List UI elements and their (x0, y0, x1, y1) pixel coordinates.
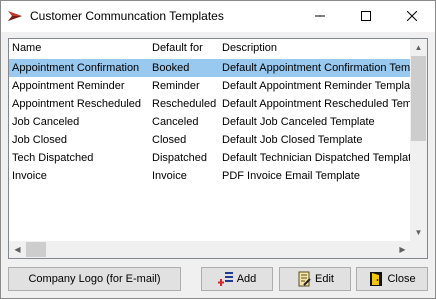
cell-default-for: Booked (152, 62, 190, 74)
templates-list[interactable]: Name Default for Description Appointment… (8, 38, 428, 259)
cell-description: PDF Invoice Email Template (222, 170, 360, 182)
close-window-button[interactable] (389, 1, 435, 31)
maximize-button[interactable] (343, 1, 389, 31)
cell-name: Invoice (12, 170, 47, 182)
edit-icon (298, 271, 311, 287)
window-title: Customer Communcation Templates (30, 9, 224, 23)
cell-default-for: Invoice (152, 170, 187, 182)
exit-door-icon (370, 272, 383, 286)
vertical-scroll-thumb[interactable] (411, 56, 426, 141)
column-header-description[interactable]: Description (219, 39, 411, 58)
cell-description: Default Appointment Reminder Template (222, 80, 411, 92)
list-item[interactable]: Tech Dispatched Dispatched Default Technic… (9, 149, 411, 167)
cell-name: Job Closed (12, 134, 68, 146)
cell-description: Default Job Closed Template (222, 134, 363, 146)
company-logo-button[interactable]: Company Logo (for E-mail) (8, 267, 181, 291)
scroll-up-arrow-icon[interactable]: ▲ (410, 39, 427, 56)
column-header-default-for[interactable]: Default for (149, 39, 219, 58)
scroll-down-arrow-icon[interactable]: ▼ (410, 224, 427, 241)
cell-name: Appointment Reminder (12, 80, 125, 92)
cell-name: Tech Dispatched (12, 152, 94, 164)
cell-description: Default Appointment Rescheduled Template (222, 98, 411, 110)
column-header-name[interactable]: Name (9, 39, 149, 58)
cell-name: Job Canceled (12, 116, 80, 128)
cell-description: Default Job Canceled Template (222, 116, 375, 128)
close-icon (407, 11, 417, 21)
close-label: Close (387, 273, 416, 285)
list-header: Name Default for Description (9, 39, 411, 58)
maximize-icon (361, 11, 371, 21)
list-item[interactable]: Appointment Confirmation Booked Default Ap… (9, 59, 411, 77)
list-rows: Appointment Confirmation Booked Default Ap… (9, 59, 411, 185)
cell-name: Appointment Rescheduled (12, 98, 142, 110)
add-label: Add (236, 273, 257, 285)
cell-name: Appointment Confirmation (12, 62, 140, 74)
horizontal-scrollbar[interactable]: ◀ ▶ (9, 241, 411, 258)
list-item[interactable]: Appointment Rescheduled Rescheduled Defaul… (9, 95, 411, 113)
cell-default-for: Closed (152, 134, 187, 146)
company-logo-label: Company Logo (for E-mail) (28, 273, 161, 285)
list-item[interactable]: Invoice Invoice PDF Invoice Email Template (9, 167, 411, 185)
horizontal-scroll-thumb[interactable] (26, 242, 46, 257)
cell-default-for: Rescheduled (152, 98, 217, 110)
edit-label: Edit (315, 273, 334, 285)
cell-default-for: Canceled (152, 116, 199, 128)
list-item[interactable]: Job Canceled Canceled Default Job Canceled… (9, 113, 411, 131)
cell-description: Default Technician Dispatched Template (222, 152, 411, 164)
app-logo-icon (8, 11, 22, 21)
close-button[interactable]: Close (356, 267, 428, 291)
cell-default-for: Reminder (152, 80, 200, 92)
list-item[interactable]: Appointment Reminder Reminder Default Appo… (9, 77, 411, 95)
cell-default-for: Dispatched (152, 152, 208, 164)
minimize-button[interactable] (297, 1, 343, 31)
title-bar: Customer Communcation Templates (1, 1, 435, 32)
scroll-left-arrow-icon[interactable]: ◀ (9, 241, 26, 258)
templates-window: Customer Communcation Templates Name Def… (0, 0, 436, 299)
vertical-scrollbar[interactable]: ▲ ▼ (410, 39, 427, 241)
cell-description: Default Appointment Confirmation Templat… (222, 62, 411, 74)
scrollbar-corner (410, 241, 427, 258)
list-item[interactable]: Job Closed Closed Default Job Closed Templ… (9, 131, 411, 149)
add-icon (217, 272, 233, 286)
add-button[interactable]: Add (201, 267, 273, 291)
minimize-icon (315, 15, 325, 17)
edit-button[interactable]: Edit (279, 267, 351, 291)
scroll-right-arrow-icon[interactable]: ▶ (394, 241, 411, 258)
